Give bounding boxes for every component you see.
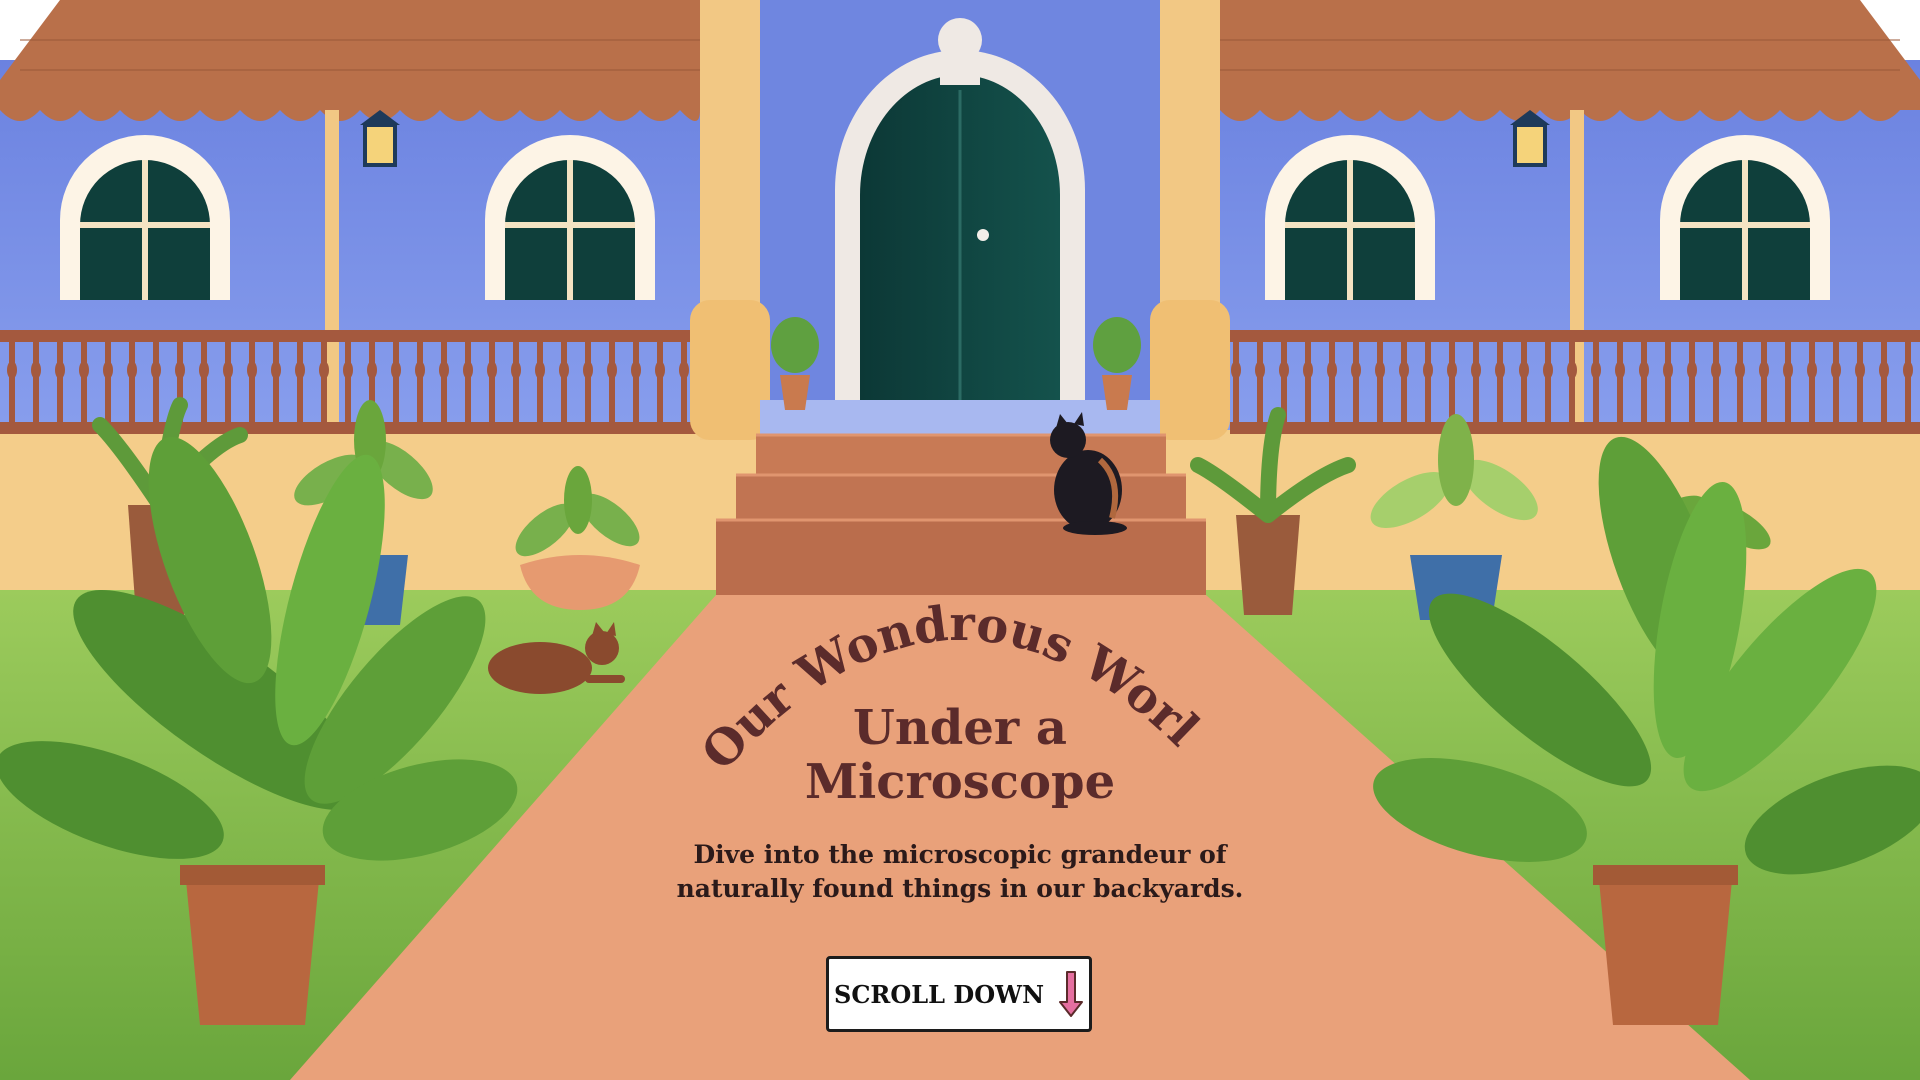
porch-steps [716, 433, 1206, 595]
balustrade-left [0, 330, 700, 434]
window-2 [485, 135, 655, 300]
arrow-down-icon [1059, 971, 1083, 1017]
roof-left [0, 0, 700, 121]
hero-section: Our Wondrous World Under a Microscope Di… [0, 0, 1920, 1080]
balustrade-right [1230, 330, 1920, 434]
scroll-down-label: SCROLL DOWN [834, 979, 1044, 1009]
scroll-down-button[interactable]: SCROLL DOWN [826, 956, 1092, 1032]
roof-right [1220, 0, 1920, 121]
illustration-scene [0, 0, 1920, 1080]
window-3 [1265, 135, 1435, 300]
window-4 [1660, 135, 1830, 300]
window-1 [60, 135, 230, 300]
